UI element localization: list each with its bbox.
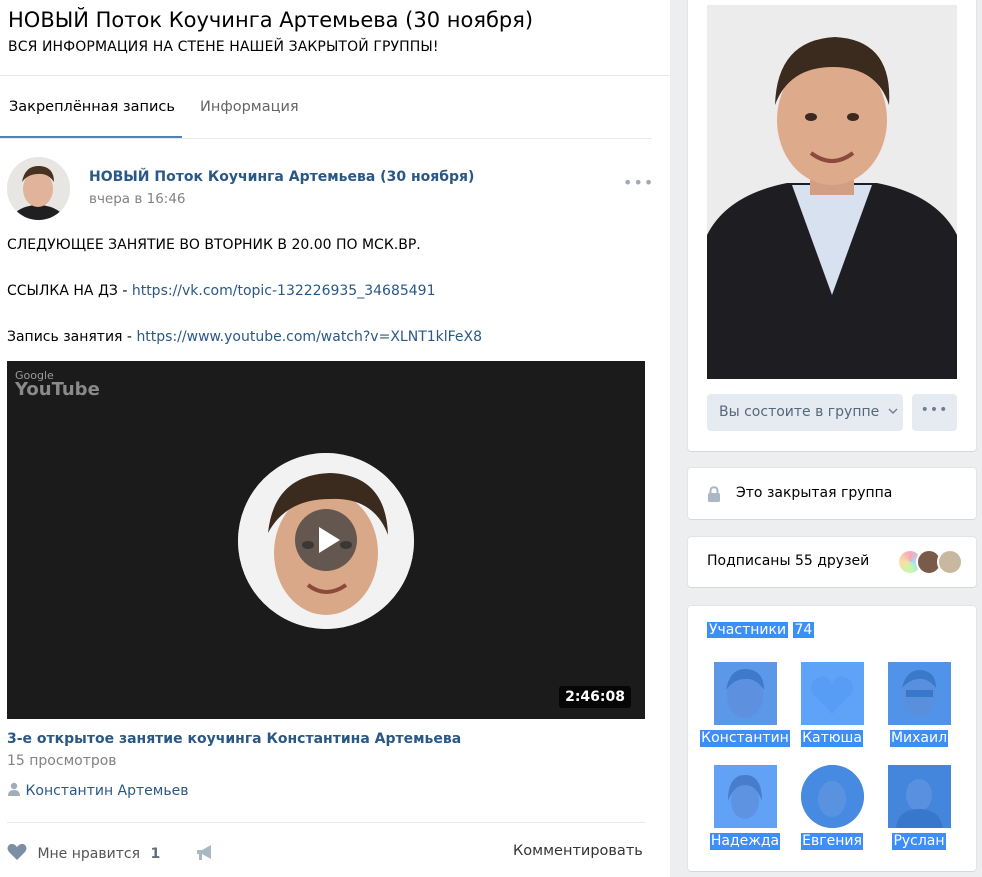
recording-label: Запись занятия -	[7, 329, 137, 345]
author-avatar[interactable]	[7, 157, 70, 220]
hw-link[interactable]: https://vk.com/topic-132226935_34685491	[132, 283, 436, 299]
friend-avatar	[937, 549, 963, 575]
member-name: Надежда	[709, 833, 781, 850]
active-tab-indicator	[0, 136, 182, 138]
selection-overlay	[800, 765, 864, 828]
video-duration: 2:46:08	[559, 686, 631, 708]
membership-dropdown[interactable]: Вы состоите в группе	[707, 394, 903, 431]
like-label: Мне нравится	[37, 846, 140, 862]
members-count: 74	[792, 622, 815, 638]
video-owner[interactable]: Константин Артемьев	[7, 782, 188, 799]
group-status: ВСЯ ИНФОРМАЦИЯ НА СТЕНЕ НАШЕЙ ЗАКРЫТОЙ Г…	[8, 39, 439, 55]
member-item[interactable]: Руслан	[874, 765, 964, 850]
selection-overlay	[887, 662, 951, 725]
selection-overlay	[887, 765, 951, 828]
video-player[interactable]: Google YouTube 2:46:08	[7, 361, 645, 719]
selection-overlay	[800, 662, 864, 725]
friends-label: Подписаны 55 друзей	[707, 553, 870, 569]
member-name: Михаил	[889, 730, 949, 747]
group-cover-photo[interactable]	[707, 5, 957, 379]
recording-link[interactable]: https://www.youtube.com/watch?v=XLNT1klF…	[136, 329, 482, 345]
member-name: Руслан	[892, 833, 946, 850]
cover-photo-image	[707, 5, 957, 379]
post-more-icon[interactable]: •••	[623, 173, 654, 192]
lock-icon	[708, 486, 720, 502]
membership-label: Вы состоите в группе	[719, 404, 880, 420]
post-line-2: ССЫЛКА НА ДЗ - https://vk.com/topic-1322…	[7, 283, 435, 299]
post-author-link[interactable]: НОВЫЙ Поток Коучинга Артемьева (30 ноябр…	[89, 169, 474, 185]
comment-button[interactable]: Комментировать	[513, 843, 643, 859]
members-label: Участники	[707, 622, 789, 638]
closed-group-label: Это закрытая группа	[736, 485, 893, 501]
main-column: НОВЫЙ Поток Коучинга Артемьева (30 ноябр…	[0, 0, 670, 877]
member-name: Константин	[700, 730, 790, 747]
share-button[interactable]	[195, 845, 215, 862]
post-date[interactable]: вчера в 16:46	[89, 191, 186, 207]
member-avatar	[887, 765, 951, 828]
play-button[interactable]	[295, 509, 357, 571]
tab-information[interactable]: Информация	[200, 99, 299, 115]
post-line-1: СЛЕДУЮЩЕЕ ЗАНЯТИЕ ВО ВТОРНИК В 20.00 ПО …	[7, 237, 421, 253]
member-name: Катюша	[801, 730, 863, 747]
member-item[interactable]: Катюша	[787, 662, 877, 747]
member-item[interactable]: Михаил	[874, 662, 964, 747]
post-line-3: Запись занятия - https://www.youtube.com…	[7, 329, 482, 345]
like-button[interactable]: Мне нравится 1	[7, 843, 215, 862]
member-item[interactable]: Константин	[700, 662, 790, 747]
member-avatar	[713, 662, 777, 725]
chevron-down-icon	[888, 408, 898, 414]
user-icon	[8, 782, 20, 796]
group-more-button[interactable]: •••	[912, 394, 957, 431]
video-owner-name: Константин Артемьев	[25, 783, 189, 799]
member-item[interactable]: Евгения	[787, 765, 877, 850]
megaphone-icon	[196, 845, 211, 860]
youtube-logo: Google YouTube	[15, 370, 100, 399]
member-avatar	[800, 662, 864, 725]
heart-icon	[7, 843, 27, 860]
member-avatar	[713, 765, 777, 828]
member-avatar	[800, 765, 864, 828]
video-title-link[interactable]: 3-е открытое занятие коучинга Константин…	[7, 731, 461, 747]
group-header: НОВЫЙ Поток Коучинга Артемьева (30 ноябр…	[0, 0, 670, 76]
hw-label: ССЫЛКА НА ДЗ -	[7, 283, 132, 299]
member-item[interactable]: Надежда	[700, 765, 790, 850]
youtube-logo-bottom: YouTube	[15, 379, 100, 400]
closed-group-card: Это закрытая группа	[688, 468, 976, 519]
play-icon	[319, 527, 340, 553]
member-name: Евгения	[801, 833, 863, 850]
member-avatar	[887, 662, 951, 725]
like-count: 1	[150, 846, 161, 862]
avatar-photo	[7, 157, 70, 220]
members-header[interactable]: Участники 74	[707, 622, 815, 638]
selection-overlay	[713, 662, 777, 725]
divider	[7, 822, 645, 823]
video-views: 15 просмотров	[7, 753, 117, 769]
tab-pinned-post[interactable]: Закреплённая запись	[9, 99, 175, 115]
selection-overlay	[713, 765, 777, 828]
tabs: Закреплённая запись Информация	[0, 77, 652, 139]
page-title: НОВЫЙ Поток Коучинга Артемьева (30 ноябр…	[8, 8, 534, 32]
